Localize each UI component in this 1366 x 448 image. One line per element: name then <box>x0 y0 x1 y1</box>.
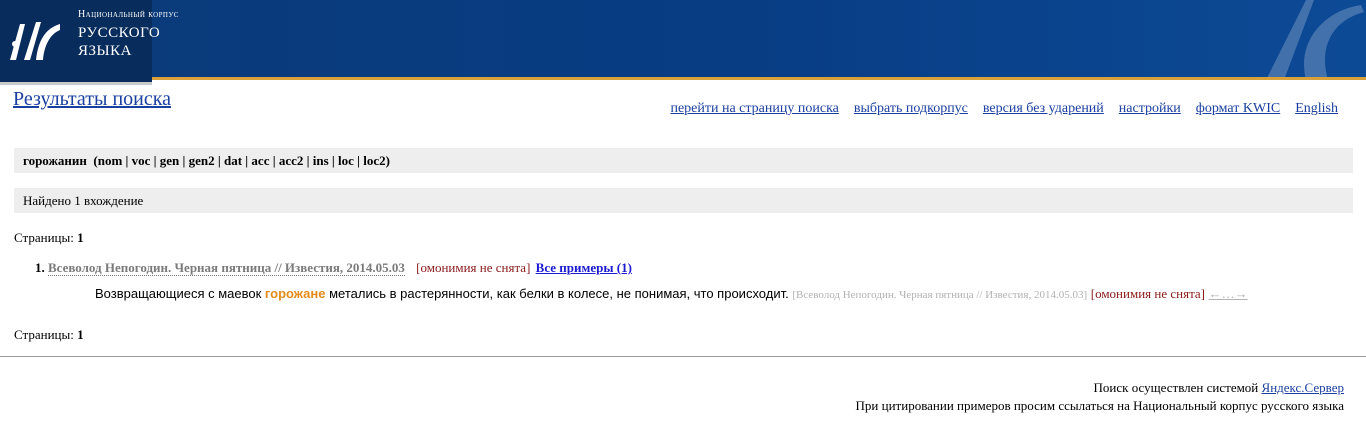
all-examples-link[interactable]: Все примеры (1) <box>536 260 632 275</box>
logo-line-3: ЯЗЫКА <box>78 43 132 59</box>
nav-subcorpus-link[interactable]: выбрать подкорпус <box>854 101 968 117</box>
footer: Поиск осуществлен системой Яндекс.Сервер… <box>856 379 1344 415</box>
logo-text: Национальный корпус РУССКОГО ЯЗЫКА <box>78 10 179 59</box>
nav-no-accents-link[interactable]: версия без ударений <box>983 101 1104 117</box>
footer-search-system-text: Поиск осуществлен системой <box>1093 380 1262 395</box>
result-number: 1. <box>35 260 45 275</box>
pagination-top: Страницы: 1 <box>14 230 84 246</box>
example-text-before: Возвращающиеся с маевок <box>95 286 265 301</box>
expand-context-link[interactable]: ←…→ <box>1209 286 1248 301</box>
nav-search-page-link[interactable]: перейти на страницу поиска <box>670 101 838 117</box>
footer-citation-note: При цитировании примеров просим ссылатьс… <box>855 398 1344 413</box>
nav-english-link[interactable]: English <box>1295 101 1338 117</box>
example-text-after: метались в растерянности, как белки в ко… <box>325 286 793 301</box>
pages-label: Страницы: <box>14 230 74 245</box>
query-bar: горожанин (nom | voc | gen | gen2 | dat … <box>14 148 1353 173</box>
homonymy-label: [омонимия не снята] <box>416 260 531 275</box>
query-grammar: (nom | voc | gen | gen2 | dat | acc | ac… <box>93 153 390 168</box>
background-logo-icon <box>1267 0 1364 77</box>
nav-settings-link[interactable]: настройки <box>1119 101 1181 117</box>
found-count-text: Найдено 1 вхождение <box>23 193 144 208</box>
corpus-logo-icon <box>10 22 60 60</box>
result-header: 1. Всеволод Непогодин. Черная пятница //… <box>35 260 632 276</box>
nav-kwic-link[interactable]: формат KWIC <box>1196 101 1280 117</box>
page-title-link[interactable]: Результаты поиска <box>13 88 171 111</box>
footer-line-1: Поиск осуществлен системой Яндекс.Сервер <box>856 379 1344 397</box>
example-hit-word: горожане <box>264 286 326 301</box>
logo-line-1: Национальный корпус <box>78 9 179 20</box>
example-snippet: Возвращающиеся с маевок горожане металис… <box>95 286 1248 302</box>
top-nav: перейти на страницу поиска выбрать подко… <box>670 101 1338 117</box>
query-word: горожанин <box>23 153 87 168</box>
example-homonymy-label: [омонимия не снята] <box>1090 286 1206 301</box>
current-page: 1 <box>77 230 84 245</box>
logo-line-2: РУССКОГО <box>78 25 161 41</box>
found-count-bar: Найдено 1 вхождение <box>14 188 1353 213</box>
yandex-server-link[interactable]: Яндекс.Сервер <box>1262 380 1344 395</box>
document-title-link[interactable]: Всеволод Непогодин. Черная пятница // Из… <box>48 260 405 276</box>
current-page: 1 <box>77 327 84 342</box>
example-source-ref: [Всеволод Непогодин. Черная пятница // И… <box>792 289 1088 301</box>
pagination-bottom: Страницы: 1 <box>14 327 84 343</box>
corpus-logo[interactable]: Национальный корпус РУССКОГО ЯЗЫКА <box>0 0 178 85</box>
site-header <box>0 0 1366 80</box>
footer-divider <box>0 356 1366 357</box>
pages-label: Страницы: <box>14 327 74 342</box>
